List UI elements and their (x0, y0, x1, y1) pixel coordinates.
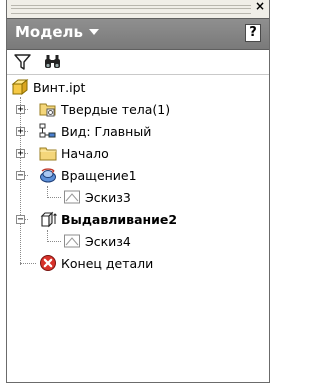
tree-item-solid-bodies[interactable]: Твердые тела(1) (39, 98, 170, 120)
tree-item-label: Вид: Главный (61, 123, 152, 139)
filter-icon[interactable] (13, 53, 33, 71)
tree-line (47, 241, 61, 242)
tree-item-label: Твердые тела(1) (61, 101, 171, 117)
tree-line (20, 263, 36, 264)
sketch-icon (64, 190, 80, 204)
expand-toggle[interactable]: + (16, 105, 25, 115)
tree-root[interactable]: Винт.ipt (11, 76, 85, 98)
browser-title-bar: Модель ? (7, 18, 269, 50)
binoculars-icon[interactable] (43, 53, 63, 71)
tree-item-label: Начало (61, 145, 109, 161)
view-rep-icon (39, 123, 56, 138)
sketch-icon (64, 234, 80, 248)
browser-title: Модель (15, 23, 83, 41)
tree-item-label: Выдавливание2 (61, 211, 178, 227)
expand-toggle[interactable]: + (16, 149, 25, 159)
gripper-lines (11, 5, 251, 14)
tree-item-origin[interactable]: Начало (39, 142, 109, 164)
close-button[interactable]: × (253, 0, 267, 14)
model-browser-panel: × Модель ? Винт.ipt + Твердые тела(1) + … (6, 0, 270, 383)
tree-line (20, 97, 21, 265)
tree-item-sketch3[interactable]: Эскиз3 (63, 186, 131, 208)
tree-item-label: Конец детали (61, 255, 154, 271)
origin-folder-icon (39, 147, 57, 161)
browser-toolbar (7, 50, 269, 75)
tree-line (47, 197, 61, 198)
extrude-icon (40, 211, 57, 228)
expand-toggle[interactable]: + (16, 127, 25, 137)
revolve-icon (40, 168, 56, 183)
tree-item-sketch4[interactable]: Эскиз4 (63, 230, 131, 252)
tree-item-label: Вращение1 (61, 167, 137, 183)
tree-item-label: Эскиз4 (85, 233, 131, 249)
panel-gripper[interactable]: × (7, 0, 269, 18)
tree-item-label: Эскиз3 (85, 189, 131, 205)
browser-title-dropdown[interactable]: Модель (15, 23, 99, 41)
collapse-toggle[interactable]: − (16, 215, 25, 225)
tree-item-extrude[interactable]: Выдавливание2 (39, 208, 177, 230)
part-icon (11, 78, 29, 96)
collapse-toggle[interactable]: − (16, 171, 25, 181)
dropdown-arrow-icon (89, 29, 99, 35)
tree-item-view-rep[interactable]: Вид: Главный (39, 120, 151, 142)
tree-item-end-of-part[interactable]: Конец детали (39, 252, 153, 274)
tree-root-label: Винт.ipt (33, 79, 86, 95)
model-tree: Винт.ipt + Твердые тела(1) + Вид: Главны… (7, 76, 269, 382)
tree-item-revolve[interactable]: Вращение1 (39, 164, 137, 186)
solid-bodies-folder-icon (39, 103, 56, 117)
end-of-part-icon (40, 255, 56, 271)
help-button[interactable]: ? (245, 24, 261, 42)
